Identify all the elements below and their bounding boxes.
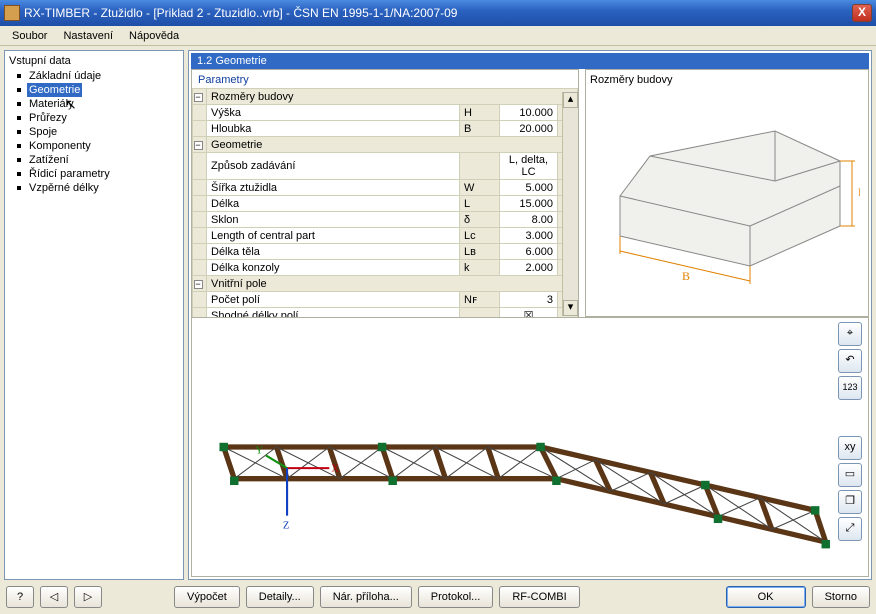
tool-button[interactable]: ⌖	[838, 322, 862, 346]
nav-item-selected[interactable]: Geometrie	[27, 83, 82, 97]
help-button[interactable]: ?	[6, 586, 34, 608]
tool-button[interactable]: ❐	[838, 490, 862, 514]
param-label: Výška	[207, 105, 460, 121]
tool-button[interactable]: ▭	[838, 463, 862, 487]
nav-item[interactable]: Zatížení	[9, 153, 179, 167]
expand-icon[interactable]: −	[193, 89, 207, 105]
title-bar: RX-TIMBER - Ztužidlo - [Priklad 2 - Ztuz…	[0, 0, 876, 26]
svg-text:B: B	[682, 269, 690, 283]
tool-button[interactable]: 123	[838, 376, 862, 400]
cancel-button[interactable]: Storno	[812, 586, 870, 608]
panel-header: 1.2 Geometrie	[191, 53, 869, 69]
nav-item[interactable]: Spoje	[9, 125, 179, 139]
nav-item[interactable]: Materiály ↖	[9, 97, 179, 111]
menu-file[interactable]: Soubor	[4, 28, 55, 44]
nav-item[interactable]: Komponenty	[9, 139, 179, 153]
svg-text:Y: Y	[255, 445, 263, 456]
svg-text:X: X	[331, 463, 339, 474]
menu-bar: Soubor Nastavení Nápověda	[0, 26, 876, 46]
prev-button[interactable]: ◁	[40, 586, 68, 608]
tool-button[interactable]: ⤢	[838, 517, 862, 541]
calc-button[interactable]: Výpočet	[174, 586, 240, 608]
next-button[interactable]: ▷	[74, 586, 102, 608]
scroll-down-icon[interactable]: ▾	[563, 300, 578, 316]
window-title: RX-TIMBER - Ztužidlo - [Priklad 2 - Ztuz…	[24, 6, 852, 20]
nav-item[interactable]: Vzpěrné délky	[9, 181, 179, 195]
rfcombi-button[interactable]: RF-COMBI	[499, 586, 579, 608]
nav-title: Vstupní data	[9, 55, 179, 67]
svg-text:Z: Z	[283, 520, 289, 531]
svg-text:H: H	[858, 185, 860, 199]
navigator-panel: Vstupní data Základní údaje Geometrie Ma…	[4, 50, 184, 580]
building-diagram: B H	[590, 86, 860, 296]
params-title: Parametry	[192, 70, 578, 88]
annex-button[interactable]: Nár. příloha...	[320, 586, 412, 608]
tool-button[interactable]: xy	[838, 436, 862, 460]
menu-settings[interactable]: Nastavení	[55, 28, 121, 44]
parameters-table: Parametry −Rozměry budovy VýškaH10.000m …	[191, 69, 579, 317]
app-icon	[4, 5, 20, 21]
footer-bar: ? ◁ ▷ Výpočet Detaily... Nár. příloha...…	[4, 580, 872, 610]
details-button[interactable]: Detaily...	[246, 586, 314, 608]
view-toolbar: ⌖ ↶ 123 xy ▭ ❐ ⤢	[838, 322, 864, 541]
menu-help[interactable]: Nápověda	[121, 28, 187, 44]
tool-button[interactable]: ↶	[838, 349, 862, 373]
nav-tree: Základní údaje Geometrie Materiály ↖ Prů…	[9, 69, 179, 195]
ok-button[interactable]: OK	[726, 586, 806, 608]
nav-item[interactable]: Řídicí parametry	[9, 167, 179, 181]
protocol-button[interactable]: Protokol...	[418, 586, 494, 608]
scrollbar[interactable]: ▴ ▾	[562, 92, 578, 316]
3d-view[interactable]: X Y Z ⌖ ↶ 123 xy ▭ ❐ ⤢	[191, 317, 869, 577]
scroll-up-icon[interactable]: ▴	[563, 92, 578, 108]
diagram-title: Rozměry budovy	[590, 74, 864, 86]
close-button[interactable]: X	[852, 4, 872, 22]
diagram-panel: Rozměry budovy	[585, 69, 869, 317]
param-value[interactable]: 10.000	[500, 105, 558, 121]
nav-item[interactable]: Základní údaje	[9, 69, 179, 83]
timber-model: X Y Z	[192, 318, 868, 576]
nav-item[interactable]: Průřezy	[9, 111, 179, 125]
